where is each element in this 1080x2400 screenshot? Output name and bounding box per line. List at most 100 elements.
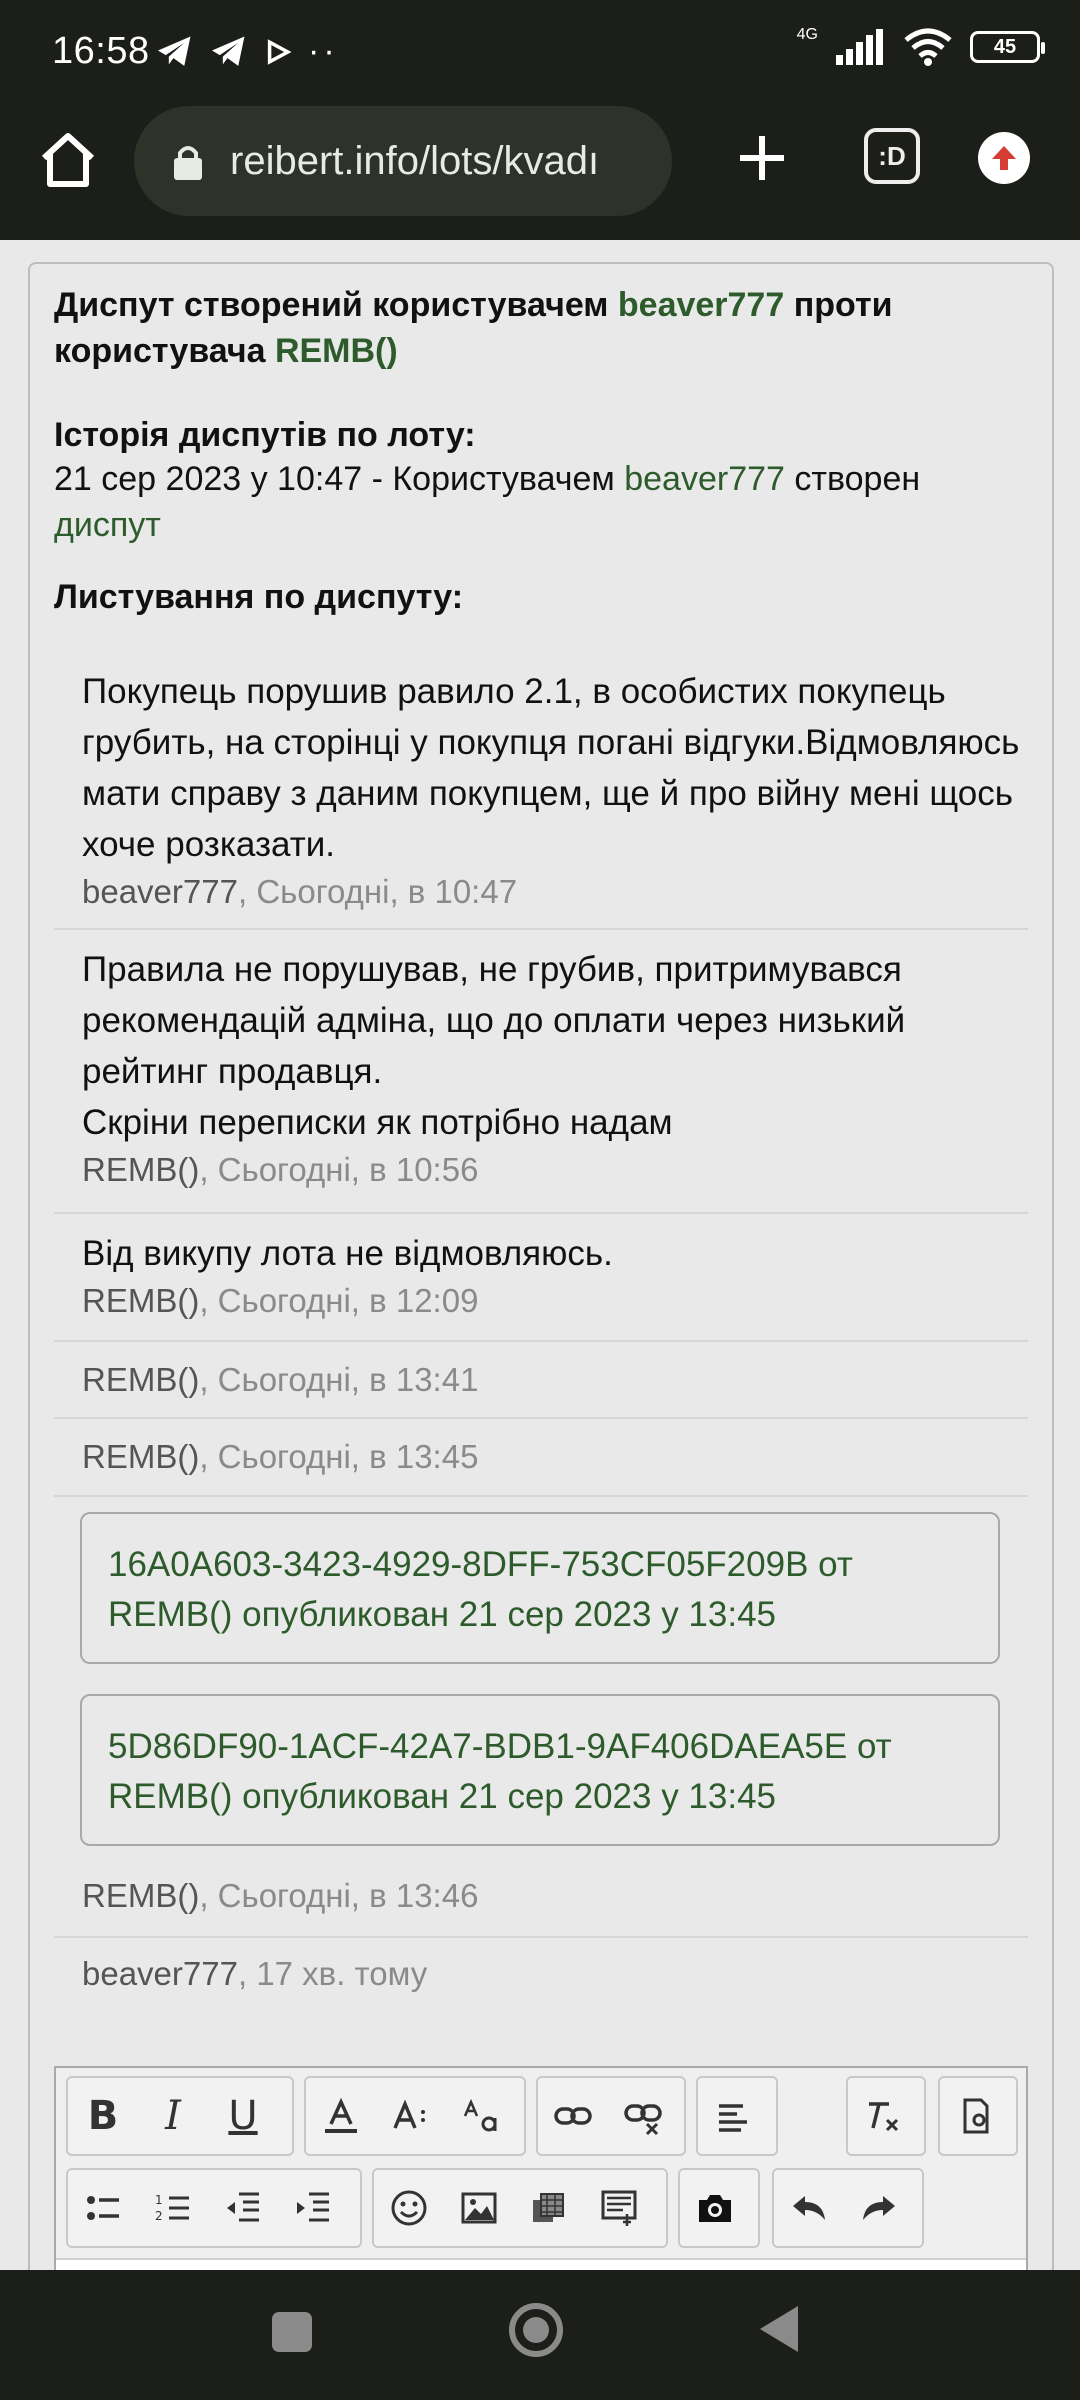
status-bar: 16:58 ·· 4G 45	[0, 0, 1080, 100]
insert-group	[372, 2168, 668, 2248]
history-dispute-link[interactable]: диспут	[54, 502, 1034, 548]
numbered-list-icon[interactable]: 12	[138, 2168, 208, 2248]
status-time: 16:58	[52, 30, 150, 72]
unlink-icon[interactable]	[608, 2076, 678, 2156]
media-icon[interactable]	[514, 2168, 584, 2248]
initiator-link[interactable]: beaver777	[618, 286, 784, 324]
format-group: B I U	[66, 2076, 294, 2156]
message-meta: beaver777, Сьогодні, в 10:47	[82, 873, 518, 910]
clear-format-icon[interactable]	[848, 2076, 918, 2156]
message-item: Покупець порушив равило 2.1, в особистих…	[54, 660, 1028, 930]
message-meta: REMB(), Сьогодні, в 13:45	[82, 1438, 479, 1475]
font-group	[304, 2076, 526, 2156]
message-item: REMB(), Сьогодні, в 13:41	[54, 1342, 1028, 1419]
message-author[interactable]: REMB()	[82, 1361, 199, 1398]
title-line2-prefix: користувача	[54, 332, 266, 370]
font-size-icon[interactable]	[376, 2076, 446, 2156]
message-item: beaver777, 17 хв. тому	[54, 1938, 1028, 2018]
outdent-icon[interactable]	[208, 2168, 278, 2248]
message-author[interactable]: beaver777	[82, 873, 238, 910]
battery-indicator: 45	[970, 31, 1045, 63]
title-middle: проти	[793, 286, 893, 324]
telegram-icon	[212, 36, 245, 66]
image-icon[interactable]	[444, 2168, 514, 2248]
clear-group	[846, 2076, 926, 2156]
font-family-icon[interactable]	[446, 2076, 516, 2156]
notification-icons: ··	[156, 32, 339, 71]
message-meta: REMB(), Сьогодні, в 13:41	[82, 1361, 479, 1398]
history-user-link[interactable]: beaver777	[624, 460, 785, 498]
dispute-title: Диспут створений користувачем beaver777 …	[54, 282, 1034, 374]
svg-text:1: 1	[155, 2193, 163, 2207]
message-text: Від викупу лота не відмовляюсь.	[82, 1234, 613, 1273]
align-icon[interactable]	[698, 2076, 768, 2156]
wifi-icon	[904, 28, 952, 66]
camera-icon[interactable]	[680, 2168, 750, 2248]
signal-icon	[836, 29, 883, 65]
message-time: Сьогодні, в 13:41	[217, 1361, 479, 1398]
attachment-link[interactable]: 16A0A603-3423-4929-8DFF-753CF05F209B от …	[80, 1512, 1000, 1664]
message-time: Сьогодні, в 10:56	[217, 1151, 479, 1188]
message-time: Сьогодні, в 13:45	[217, 1438, 479, 1475]
attachment-id: 16A0A603-3423-4929-8DFF-753CF05F209B от	[108, 1545, 853, 1584]
link-icon[interactable]	[538, 2076, 608, 2156]
bold-button[interactable]: B	[68, 2076, 138, 2156]
redo-icon[interactable]	[844, 2168, 914, 2248]
respondent-link[interactable]: REMB()	[275, 332, 398, 370]
message-author[interactable]: REMB()	[82, 1438, 199, 1475]
back-icon[interactable]	[756, 2304, 802, 2354]
history-heading: Історія диспутів по лоту:	[54, 416, 476, 454]
message-time: Сьогодні, в 13:46	[217, 1877, 479, 1914]
message-author[interactable]: REMB()	[82, 1877, 199, 1914]
more-notifications-icon: ··	[308, 32, 339, 70]
message-item: Від викупу лота не відмовляюсь. REMB(), …	[54, 1214, 1028, 1342]
message-meta: REMB(), Сьогодні, в 13:46	[82, 1877, 479, 1914]
italic-button[interactable]: I	[138, 2076, 208, 2156]
message-time: Сьогодні, в 12:09	[217, 1282, 479, 1319]
message-author[interactable]: REMB()	[82, 1282, 199, 1319]
lock-icon	[174, 146, 202, 180]
tabs-switcher-button[interactable]: :D	[864, 128, 920, 184]
camera-group	[678, 2168, 760, 2248]
align-group	[696, 2076, 778, 2156]
recents-icon[interactable]	[270, 2310, 314, 2354]
attachment-published: REMB() опубликован 21 сер 2023 у 13:45	[108, 1595, 777, 1634]
new-tab-icon[interactable]	[730, 126, 794, 190]
message-item: Правила не порушував, не грубив, притрим…	[54, 930, 1028, 1214]
home-icon[interactable]	[36, 128, 100, 192]
underline-button[interactable]: U	[208, 2076, 278, 2156]
history-date: 21 сер 2023 у 10:47 - Користувачем	[54, 460, 615, 498]
url-text: reibert.info/lots/kvadı	[230, 138, 600, 183]
title-prefix: Диспут створений користувачем	[54, 286, 609, 324]
message-author[interactable]: beaver777	[82, 1955, 238, 1992]
attachment-published: REMB() опубликован 21 сер 2023 у 13:45	[108, 1777, 777, 1816]
message-text: Правила не порушував, не грубив, притрим…	[82, 950, 906, 1142]
history-group	[772, 2168, 924, 2248]
message-item: REMB(), Сьогодні, в 13:46	[54, 1858, 1028, 1938]
message-time: Сьогодні, в 10:47	[256, 873, 518, 910]
extension-icon[interactable]	[978, 132, 1030, 184]
settings-document-icon[interactable]	[940, 2076, 1010, 2156]
message-meta: REMB(), Сьогодні, в 12:09	[82, 1282, 479, 1319]
upload-arrow-icon	[992, 146, 1016, 170]
attachment-id: 5D86DF90-1ACF-42A7-BDB1-9AF406DAEA5E от	[108, 1727, 892, 1766]
undo-icon[interactable]	[774, 2168, 844, 2248]
link-group	[536, 2076, 686, 2156]
template-icon[interactable]	[584, 2168, 654, 2248]
history-entry: 21 сер 2023 у 10:47 - Користувачем beave…	[54, 456, 1034, 548]
text-color-icon[interactable]	[306, 2076, 376, 2156]
history-created-text: створен	[794, 460, 921, 498]
svg-text:2: 2	[155, 2209, 163, 2223]
message-meta: REMB(), Сьогодні, в 10:56	[82, 1151, 479, 1188]
navigation-bar	[0, 2270, 1080, 2400]
emoji-icon[interactable]	[374, 2168, 444, 2248]
options-group	[938, 2076, 1018, 2156]
message-author[interactable]: REMB()	[82, 1151, 199, 1188]
message-time: 17 хв. тому	[256, 1955, 428, 1992]
home-nav-icon[interactable]	[508, 2302, 564, 2358]
address-bar[interactable]: reibert.info/lots/kvadı	[134, 106, 672, 216]
attachment-link[interactable]: 5D86DF90-1ACF-42A7-BDB1-9AF406DAEA5E от …	[80, 1694, 1000, 1846]
play-icon	[267, 38, 292, 65]
bullet-list-icon[interactable]	[68, 2168, 138, 2248]
indent-icon[interactable]	[278, 2168, 348, 2248]
